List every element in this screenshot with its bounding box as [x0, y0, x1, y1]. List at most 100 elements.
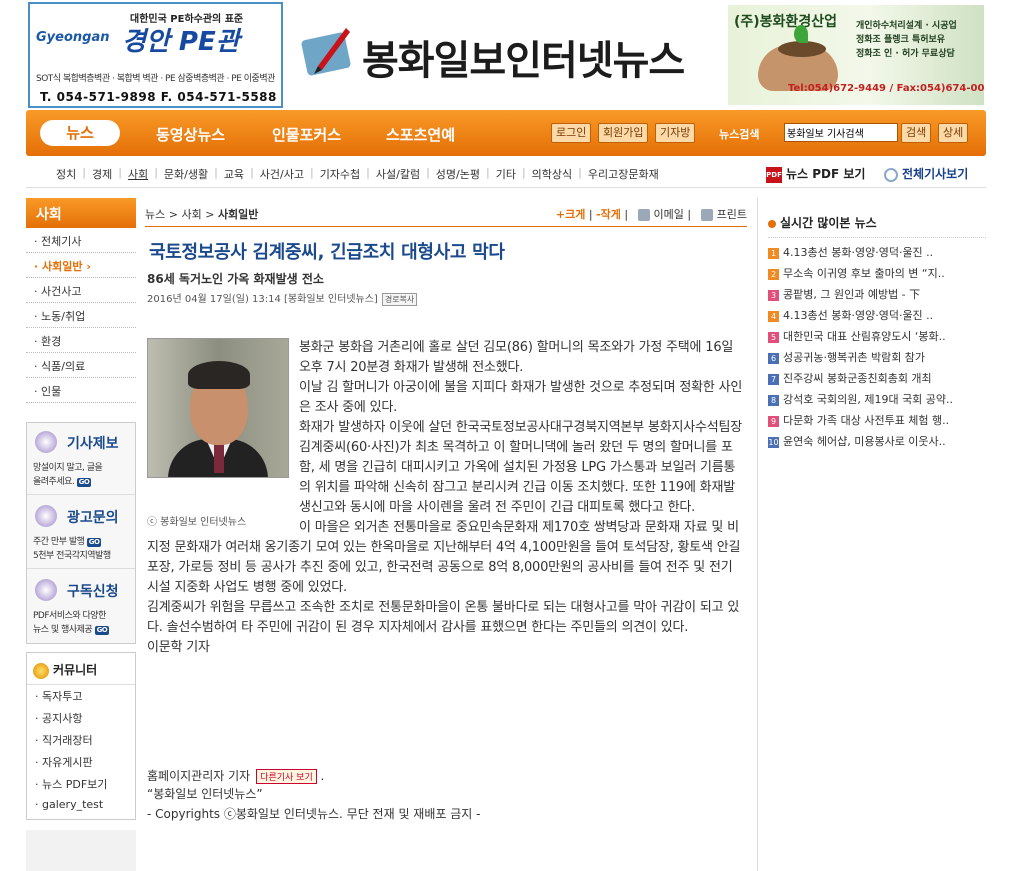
breadcrumb: 뉴스 > 사회 > 사회일반	[145, 208, 259, 221]
other-articles-button[interactable]: 다른기사 보기	[256, 769, 317, 784]
rank-badge: 10	[768, 436, 779, 448]
popular-news-item[interactable]: 4 4.13총선 봉화·영양·영덕·울진 ..	[768, 301, 986, 322]
pdf-view-link[interactable]: PDF 뉴스 PDF 보기	[766, 165, 865, 183]
popular-news-title-text: 성공귀농·행복귀촌 박람회 참가	[783, 351, 926, 364]
article-subtitle: 86세 독거노인 가옥 화재발생 전소	[147, 272, 324, 286]
all-articles-label: 전체기사보기	[902, 167, 969, 181]
community-item-notice[interactable]: · 공지사항	[27, 707, 135, 729]
subnav-society[interactable]: 사회	[128, 166, 148, 182]
subnav-incidents[interactable]: 사건/사고	[260, 166, 304, 182]
section-item-people[interactable]: · 인물	[26, 378, 136, 403]
all-articles-link[interactable]: 전체기사보기	[884, 165, 968, 182]
subnav-economy[interactable]: 경제	[92, 166, 112, 182]
ad-service-line: 정화조 인 · 허가 무료상담	[856, 49, 955, 59]
section-item-environment[interactable]: · 환경	[26, 328, 136, 353]
ad-banner-gyeongan[interactable]: 대한민국 PE하수관의 표준 Gyeongan 경안 PE관 SOT식 복합벽층…	[28, 2, 283, 108]
community-item-gallery[interactable]: · galery_test	[27, 795, 135, 814]
ad-services: 개인하수처리설계 · 시공업 정화조 플렝크 특허보유 정화조 인 · 허가 무…	[856, 19, 957, 61]
signup-button[interactable]: 회원가입	[598, 123, 649, 143]
popular-news-item[interactable]: 3 콩팥병, 그 원인과 예방법 - 下	[768, 280, 986, 301]
subnav-education[interactable]: 교육	[224, 166, 244, 182]
article-title: 국토정보공사 김계중씨, 긴급조치 대형사고 막다	[149, 242, 505, 263]
ad-service-line: 개인하수처리설계 · 시공업	[856, 21, 957, 31]
main-nav: 뉴스 동영상뉴스 인물포커스 스포츠연예 로그인 회원가입 기자방 뉴스검색 검…	[26, 110, 986, 156]
popular-news-item[interactable]: 8 강석호 국회의원, 제19대 국회 공약..	[768, 385, 986, 406]
search-input[interactable]	[784, 123, 898, 142]
popular-news-item[interactable]: 7 진주강씨 봉화군종친회총회 개최	[768, 364, 986, 385]
subnav-editorials[interactable]: 사설/칼럼	[376, 166, 420, 182]
popular-news-item[interactable]: 9 다문화 가족 대상 사전투표 체험 행..	[768, 406, 986, 427]
article: 뉴스 > 사회 > 사회일반 +크게 | -작게 | 이메일 | 프린트 국토정…	[145, 198, 747, 871]
community-item-pdf[interactable]: · 뉴스 PDF보기	[27, 773, 135, 795]
section-item-food-medical[interactable]: · 식품/의료	[26, 353, 136, 378]
popular-news-title-text: 대한민국 대표 산림휴양도시 ‘봉화..	[783, 330, 946, 343]
go-button[interactable]: GO	[86, 538, 102, 547]
community-item-market[interactable]: · 직거래장터	[27, 729, 135, 751]
service-report[interactable]: 기사제보 망설이지 말고, 글을 올려주세요. GO	[27, 423, 135, 495]
section-item-labor[interactable]: · 노동/취업	[26, 303, 136, 328]
popular-news-title-text: 무소속 이귀영 후보 출마의 변 “지..	[783, 267, 945, 280]
community-item-free-board[interactable]: · 자유게시판	[27, 751, 135, 773]
popular-news-title-text: 강석호 국회의원, 제19대 국회 공약..	[783, 393, 954, 406]
popular-news-title-text: 윤연숙 헤어샵, 미용봉사로 이웃사..	[783, 435, 946, 448]
breadcrumb-society[interactable]: 사회	[181, 208, 201, 221]
breadcrumb-news[interactable]: 뉴스	[145, 208, 165, 221]
subnav-medical[interactable]: 의학상식	[532, 166, 572, 182]
community-item-reader-post[interactable]: · 독자투고	[27, 685, 135, 707]
service-report-desc: 망설이지 말고, 글을 올려주세요. GO	[33, 463, 103, 487]
detail-search-button[interactable]: 상세	[938, 123, 969, 143]
service-subscribe[interactable]: 구독신청 PDF서비스와 다양한 뉴스 및 행사제공 GO	[27, 571, 135, 643]
search-label: 뉴스검색	[719, 128, 760, 141]
nav-sports-ent[interactable]: 스포츠연예	[386, 124, 455, 145]
print-button[interactable]: 프린트	[717, 208, 747, 221]
go-button[interactable]: GO	[76, 478, 92, 487]
subnav-statements[interactable]: 성명/논평	[436, 166, 480, 182]
rank-badge: 6	[768, 352, 779, 364]
site-logo-text: 봉화일보인터넷뉴스	[362, 38, 685, 84]
popular-news-item[interactable]: 6 성공귀농·행복귀촌 박람회 참가	[768, 343, 986, 364]
nav-news[interactable]: 뉴스	[40, 120, 120, 146]
article-photo[interactable]	[147, 338, 289, 478]
popular-news-item[interactable]: 2 무소속 이귀영 후보 출마의 변 “지..	[768, 259, 986, 280]
copyright: - Copyrights ⓒ봉화일보 인터넷뉴스. 무단 전재 및 재배포 금지…	[147, 807, 481, 821]
sprout-icon	[794, 25, 808, 43]
subnav-etc[interactable]: 기타	[496, 166, 516, 182]
ad-service-line: 정화조 플렝크 특허보유	[856, 35, 946, 45]
font-bigger-button[interactable]: +크게	[556, 208, 585, 221]
popular-news-item[interactable]: 10 윤연숙 헤어샵, 미용봉사로 이웃사..	[768, 427, 986, 448]
email-button[interactable]: 이메일	[654, 208, 684, 221]
site-logo[interactable]: 봉화일보인터넷뉴스	[300, 18, 720, 88]
popular-news-title-text: 4.13총선 봉화·영양·영덕·울진 ..	[783, 246, 934, 259]
rank-badge: 4	[768, 310, 779, 322]
popular-news-item[interactable]: 1 4.13총선 봉화·영양·영덕·울진 ..	[768, 238, 986, 259]
search-button[interactable]: 검색	[901, 123, 932, 143]
go-button[interactable]: GO	[94, 626, 110, 635]
popular-news-title-text: 다문화 가족 대상 사전투표 체험 행..	[783, 414, 950, 427]
byline: 이문학 기자	[147, 640, 210, 655]
section-item-incidents[interactable]: · 사건사고	[26, 278, 136, 303]
sub-nav-items: 정치 | 경제 | 사회 | 문화/생활 | 교육 | 사건/사고 | 기자수첩 | 사설/칼…	[56, 166, 659, 182]
divider	[145, 226, 747, 227]
font-smaller-button[interactable]: -작게	[596, 208, 621, 221]
ad-banner-bonghwa-env[interactable]: (주)봉화환경산업 개인하수처리설계 · 시공업 정화조 플렝크 특허보유 정화…	[728, 5, 984, 105]
popular-news-list: 1 4.13총선 봉화·영양·영덕·울진 .. 2 무소속 이귀영 후보 출마의 변 …	[768, 238, 986, 448]
reporter-name: 홈페이지관리자 기자	[147, 769, 251, 783]
nav-video-news[interactable]: 동영상뉴스	[156, 124, 225, 145]
subnav-reporter-notes[interactable]: 기자수첩	[320, 166, 360, 182]
article-meta: 2016년 04월 17일(일) 13:14 [봉화일보 인터넷뉴스] 경로복사	[147, 290, 418, 306]
community-title: 커뮤니터	[27, 653, 135, 685]
section-item-all[interactable]: · 전체기사	[26, 228, 136, 253]
copy-url-button[interactable]: 경로복사	[381, 293, 418, 306]
popular-news-item[interactable]: 5 대한민국 대표 산림휴양도시 ‘봉화..	[768, 322, 986, 343]
reporter-room-button[interactable]: 기자방	[655, 123, 696, 143]
service-advertise[interactable]: 광고문의 주간 만부 발행 GO 5천부 전국각지역발행	[27, 497, 135, 569]
soil-image	[778, 41, 826, 57]
subnav-culture[interactable]: 문화/생활	[164, 166, 208, 182]
section-item-society-general[interactable]: · 사회일반 ›	[26, 253, 136, 278]
login-button[interactable]: 로그인	[551, 123, 592, 143]
subnav-politics[interactable]: 정치	[56, 166, 76, 182]
subnav-heritage[interactable]: 우리고장문화재	[588, 166, 659, 182]
nav-people-focus[interactable]: 인물포커스	[272, 124, 341, 145]
ad-company: (주)봉화환경산업	[734, 14, 837, 30]
article-tools: +크게 | -작게 | 이메일 | 프린트	[555, 208, 747, 221]
